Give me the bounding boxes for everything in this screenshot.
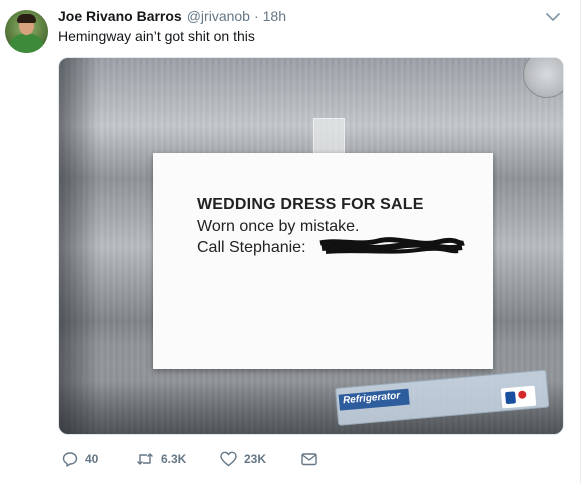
avatar-hair	[17, 14, 36, 23]
reply-button[interactable]: 40	[62, 449, 98, 469]
direct-message-button[interactable]	[301, 449, 317, 469]
badge-dot	[517, 390, 527, 400]
heart-icon	[220, 451, 237, 467]
envelope-icon	[301, 453, 317, 466]
timestamp[interactable]: 18h	[263, 8, 286, 24]
tweet[interactable]: Joe Rivano Barros @jrivanob · 18h Heming…	[0, 0, 581, 483]
note-line: Call Stephanie:	[197, 239, 306, 256]
chevron-down-icon[interactable]	[544, 10, 562, 24]
paper-note: WEDDING DRESS FOR SALE Worn once by mist…	[153, 153, 493, 369]
tweet-text: Hemingway ain’t got shit on this	[58, 28, 255, 44]
separator-dot: ·	[253, 8, 259, 24]
author-name[interactable]: Joe Rivano Barros	[58, 8, 182, 24]
like-count: 23K	[244, 452, 267, 466]
tweet-actions: 40 6.3K 23K	[58, 449, 358, 469]
note-line: Worn once by mistake.	[197, 218, 360, 235]
reply-icon	[62, 452, 78, 467]
author-handle[interactable]: @jrivanob	[187, 8, 250, 24]
like-button[interactable]: 23K	[220, 449, 266, 469]
retweet-button[interactable]: 6.3K	[136, 449, 186, 469]
retweet-icon	[137, 453, 153, 465]
avatar-body	[9, 34, 44, 53]
brand-badge	[500, 385, 537, 409]
tweet-header: Joe Rivano Barros @jrivanob · 18h	[58, 8, 286, 26]
tweet-photo[interactable]: WEDDING DRESS FOR SALE Worn once by mist…	[58, 57, 564, 435]
reply-count: 40	[85, 452, 99, 466]
redaction-scribble	[319, 237, 465, 254]
avatar[interactable]	[5, 10, 48, 53]
badge-mark	[505, 391, 517, 405]
note-line: WEDDING DRESS FOR SALE	[197, 196, 424, 213]
retweet-count: 6.3K	[161, 452, 187, 466]
